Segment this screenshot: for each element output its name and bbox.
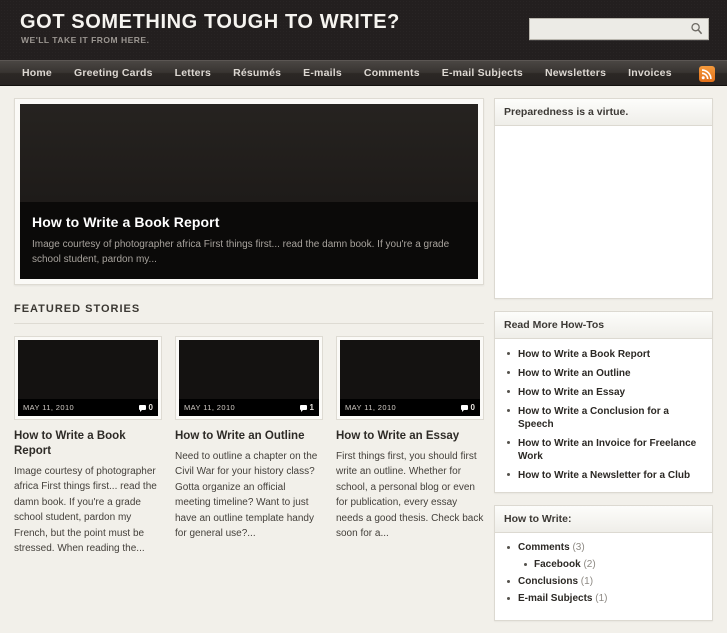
story-thumbnail-frame[interactable]: MAY 11, 2010 0	[336, 336, 484, 420]
widget-content: Comments (3) Facebook (2) Conclusions (1…	[495, 533, 712, 620]
featured-stories-list: MAY 11, 2010 0 How to Write a Book Repor…	[14, 336, 484, 557]
widget-categories: How to Write: Comments (3) Facebook (2)	[494, 505, 713, 621]
category-item[interactable]: Facebook (2)	[518, 559, 703, 570]
hero-thumbnail: How to Write a Book Report Image courtes…	[20, 104, 478, 279]
story-comment-count[interactable]: 1	[299, 403, 314, 412]
category-name: Facebook	[534, 559, 581, 570]
nav-item-home[interactable]: Home	[18, 60, 63, 86]
comment-count-value: 1	[309, 403, 314, 412]
nav-item-email-subjects[interactable]: E-mail Subjects	[431, 60, 534, 86]
how-tos-list: How to Write a Book Report How to Write …	[504, 348, 703, 482]
story-thumbnail: MAY 11, 2010 0	[340, 340, 480, 416]
story-comment-count[interactable]: 0	[460, 403, 475, 412]
story-title[interactable]: How to Write an Outline	[175, 429, 323, 444]
widget-title: Read More How-Tos	[495, 312, 712, 339]
widget-title: Preparedness is a virtue.	[495, 99, 712, 126]
search-input[interactable]	[530, 19, 686, 39]
category-name: Comments	[518, 542, 570, 553]
comment-bubble-icon	[138, 405, 146, 412]
category-count: (1)	[580, 576, 594, 587]
site-tagline: WE'LL TAKE IT FROM HERE.	[21, 35, 150, 45]
hero-title[interactable]: How to Write a Book Report	[32, 214, 466, 230]
rss-icon[interactable]	[699, 66, 715, 82]
story-date: MAY 11, 2010	[23, 403, 75, 412]
story-excerpt: First things first, you should first wri…	[336, 450, 484, 540]
main-navigation: Home Greeting Cards Letters Résumés E-ma…	[0, 60, 727, 86]
story-thumbnail: MAY 11, 2010 0	[18, 340, 158, 416]
page-body: How to Write a Book Report Image courtes…	[0, 86, 727, 633]
search-icon[interactable]	[689, 21, 705, 37]
story-thumbnail: MAY 11, 2010 1	[179, 340, 319, 416]
how-to-link[interactable]: How to Write an Invoice for Freelance Wo…	[504, 437, 703, 463]
story-comment-count[interactable]: 0	[138, 403, 153, 412]
category-count: (3)	[572, 542, 585, 553]
main-content: How to Write a Book Report Image courtes…	[14, 98, 484, 633]
how-to-link[interactable]: How to Write an Outline	[504, 367, 703, 380]
category-item[interactable]: Comments (3) Facebook (2)	[504, 542, 703, 570]
story-title[interactable]: How to Write an Essay	[336, 429, 484, 444]
category-item[interactable]: Conclusions (1)	[504, 576, 703, 587]
featured-stories-heading: FEATURED STORIES	[14, 303, 484, 324]
category-count: (2)	[583, 559, 596, 570]
widget-title: How to Write:	[495, 506, 712, 533]
how-to-link[interactable]: How to Write a Newsletter for a Club	[504, 469, 703, 482]
story-meta: MAY 11, 2010 1	[179, 399, 319, 416]
hero-excerpt: Image courtesy of photographer africa Fi…	[32, 239, 450, 265]
widget-read-more-how-tos: Read More How-Tos How to Write a Book Re…	[494, 311, 713, 493]
site-header: GOT SOMETHING TOUGH TO WRITE? WE'LL TAKE…	[0, 0, 727, 60]
how-to-link[interactable]: How to Write an Essay	[504, 386, 703, 399]
nav-item-invoices[interactable]: Invoices	[617, 60, 683, 86]
hero-post[interactable]: How to Write a Book Report Image courtes…	[14, 98, 484, 285]
category-list: Comments (3) Facebook (2) Conclusions (1…	[504, 542, 703, 604]
category-name: Conclusions	[518, 576, 579, 587]
comment-bubble-icon	[460, 405, 468, 412]
hero-caption: How to Write a Book Report Image courtes…	[20, 202, 478, 279]
story-thumbnail-frame[interactable]: MAY 11, 2010 0	[14, 336, 162, 420]
story-card[interactable]: MAY 11, 2010 0 How to Write an Essay Fir…	[336, 336, 484, 557]
category-count: (1)	[595, 593, 608, 604]
story-date: MAY 11, 2010	[184, 403, 236, 412]
category-name: E-mail Subjects	[518, 593, 593, 604]
story-thumbnail-frame[interactable]: MAY 11, 2010 1	[175, 336, 323, 420]
nav-item-greeting-cards[interactable]: Greeting Cards	[63, 60, 164, 86]
comment-count-value: 0	[148, 403, 153, 412]
nav-item-newsletters[interactable]: Newsletters	[534, 60, 617, 86]
story-card[interactable]: MAY 11, 2010 0 How to Write a Book Repor…	[14, 336, 162, 557]
category-children: Facebook (2)	[518, 559, 703, 570]
comment-bubble-icon	[299, 405, 307, 412]
story-excerpt: Image courtesy of photographer africa Fi…	[14, 465, 157, 555]
story-meta: MAY 11, 2010 0	[18, 399, 158, 416]
widget-content: How to Write a Book Report How to Write …	[495, 339, 712, 492]
widget-preparedness: Preparedness is a virtue.	[494, 98, 713, 299]
nav-item-emails[interactable]: E-mails	[292, 60, 353, 86]
nav-item-letters[interactable]: Letters	[164, 60, 222, 86]
sidebar: Preparedness is a virtue. Read More How-…	[494, 98, 713, 633]
story-title[interactable]: How to Write a Book Report	[14, 429, 162, 459]
comment-count-value: 0	[470, 403, 475, 412]
story-card[interactable]: MAY 11, 2010 1 How to Write an Outline N…	[175, 336, 323, 557]
how-to-link[interactable]: How to Write a Book Report	[504, 348, 703, 361]
story-meta: MAY 11, 2010 0	[340, 399, 480, 416]
search-box[interactable]	[529, 18, 709, 40]
nav-item-comments[interactable]: Comments	[353, 60, 431, 86]
site-title: GOT SOMETHING TOUGH TO WRITE?	[20, 11, 400, 33]
how-to-link[interactable]: How to Write a Conclusion for a Speech	[504, 405, 703, 431]
story-date: MAY 11, 2010	[345, 403, 397, 412]
story-excerpt: Need to outline a chapter on the Civil W…	[175, 450, 318, 540]
category-item[interactable]: E-mail Subjects (1)	[504, 593, 703, 604]
widget-content-blank	[495, 126, 712, 298]
nav-item-resumes[interactable]: Résumés	[222, 60, 292, 86]
